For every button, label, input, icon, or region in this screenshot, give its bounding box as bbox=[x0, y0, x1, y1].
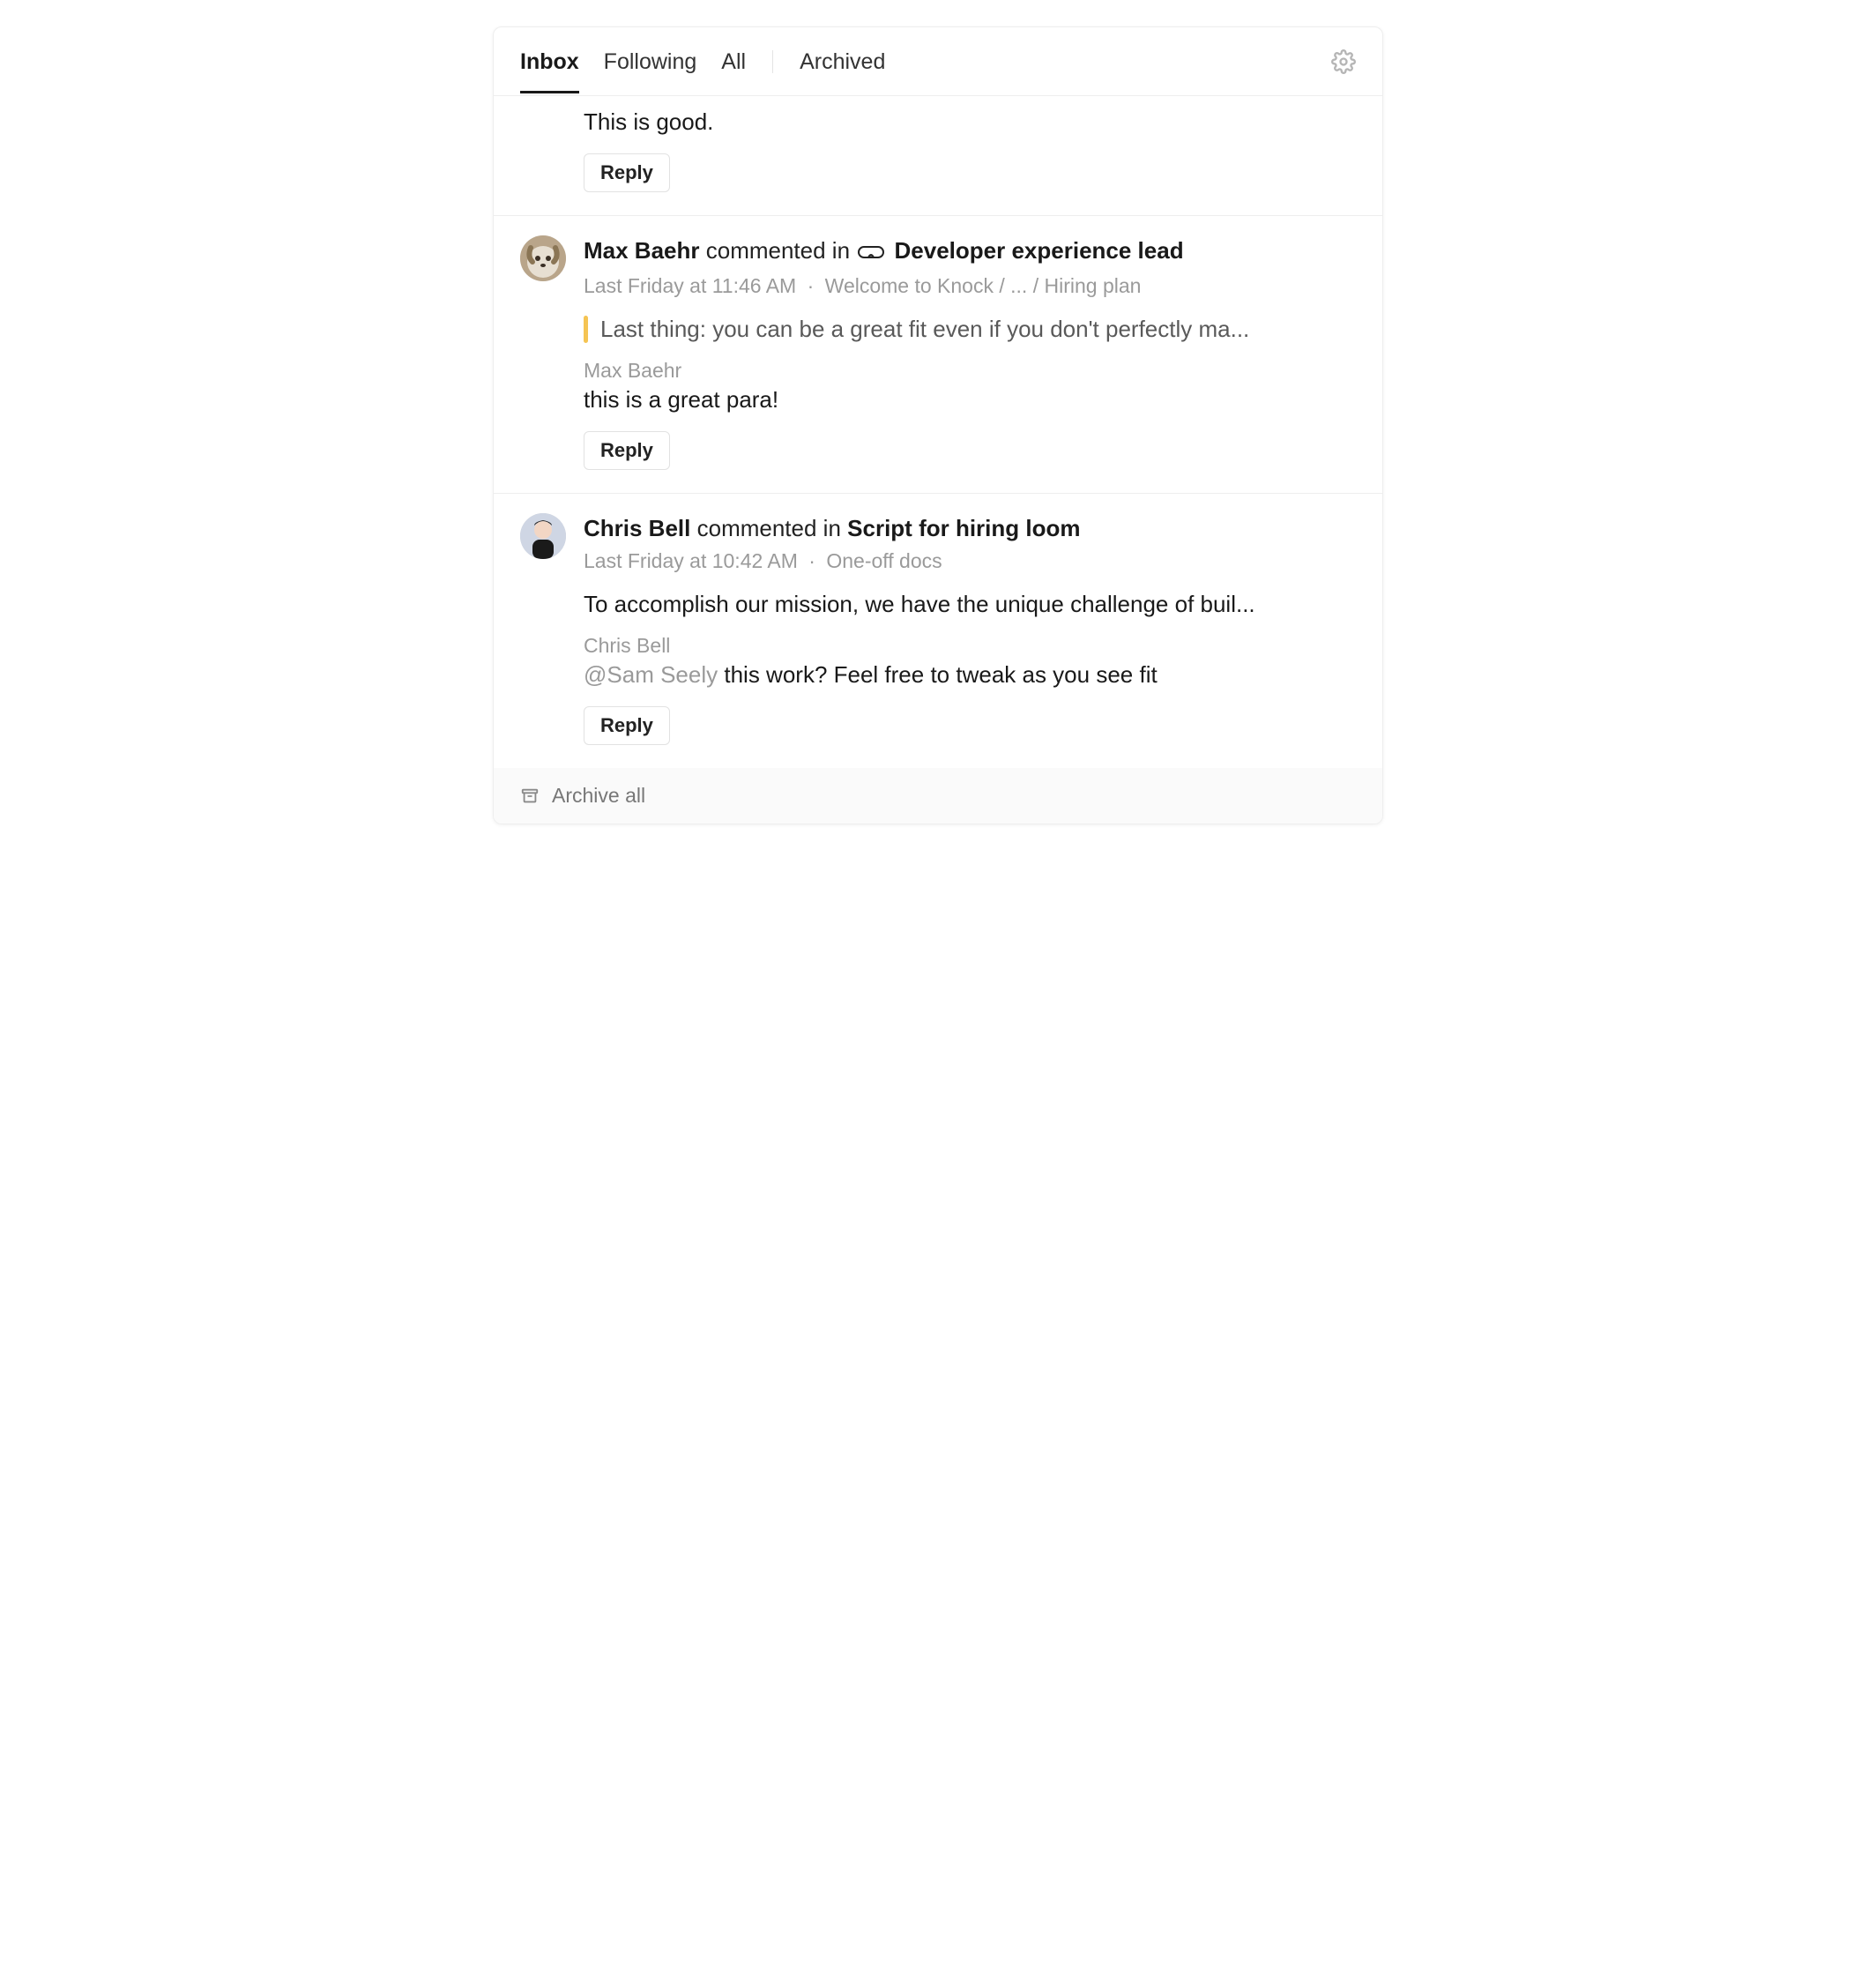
notification-meta: Last Friday at 10:42 AM · One-off docs bbox=[584, 549, 1356, 573]
settings-button[interactable] bbox=[1331, 49, 1356, 74]
quote-text: Last thing: you can be a great fit even … bbox=[600, 316, 1249, 343]
quoted-context: Last thing: you can be a great fit even … bbox=[584, 316, 1356, 343]
notification-meta: Last Friday at 11:46 AM · Welcome to Kno… bbox=[584, 274, 1356, 298]
tab-archived[interactable]: Archived bbox=[800, 30, 885, 93]
commenter-name: Max Baehr bbox=[584, 359, 1356, 383]
reply-button[interactable]: Reply bbox=[584, 431, 670, 470]
archive-icon bbox=[520, 786, 540, 806]
gear-icon bbox=[1331, 49, 1356, 74]
document-title: Script for hiring loom bbox=[847, 515, 1080, 541]
tab-divider bbox=[772, 50, 773, 73]
notification-item[interactable]: This is good. Reply bbox=[494, 96, 1382, 216]
comment-body: @Sam Seely this work? Feel free to tweak… bbox=[584, 661, 1356, 689]
avatar-image bbox=[520, 513, 566, 559]
comment-body: This is good. bbox=[584, 108, 1356, 136]
reply-button[interactable]: Reply bbox=[584, 153, 670, 192]
comment-body: this is a great para! bbox=[584, 386, 1356, 414]
tab-all[interactable]: All bbox=[721, 30, 746, 93]
notification-headline: Max Baehr commented in Developer experie… bbox=[584, 237, 1184, 264]
breadcrumb: Welcome to Knock / ... / Hiring plan bbox=[825, 274, 1142, 297]
notification-headline: Chris Bell commented in Script for hirin… bbox=[584, 515, 1081, 541]
avatar-placeholder bbox=[520, 108, 566, 192]
timestamp: Last Friday at 10:42 AM bbox=[584, 549, 798, 572]
action-text: commented in bbox=[706, 237, 857, 264]
commenter-name: Chris Bell bbox=[584, 634, 1356, 658]
archive-all-label: Archive all bbox=[552, 784, 645, 808]
tabs-bar: Inbox Following All Archived bbox=[494, 27, 1382, 96]
mention[interactable]: @Sam Seely bbox=[584, 661, 718, 688]
tab-inbox[interactable]: Inbox bbox=[520, 30, 579, 93]
context-snippet: To accomplish our mission, we have the u… bbox=[584, 591, 1356, 618]
avatar bbox=[520, 235, 566, 281]
notification-item[interactable]: Chris Bell commented in Script for hirin… bbox=[494, 494, 1382, 768]
avatar bbox=[520, 513, 566, 559]
avatar-image bbox=[520, 235, 566, 281]
notification-item[interactable]: Max Baehr commented in Developer experie… bbox=[494, 216, 1382, 494]
tab-following[interactable]: Following bbox=[604, 30, 697, 93]
document-title: Developer experience lead bbox=[895, 237, 1184, 264]
breadcrumb: One-off docs bbox=[826, 549, 942, 572]
author-name: Max Baehr bbox=[584, 237, 700, 264]
quote-bar bbox=[584, 316, 588, 343]
timestamp: Last Friday at 11:46 AM bbox=[584, 274, 796, 297]
reply-button[interactable]: Reply bbox=[584, 706, 670, 745]
comment-text: this work? Feel free to tweak as you see… bbox=[724, 661, 1157, 688]
author-name: Chris Bell bbox=[584, 515, 690, 541]
archive-all-button[interactable]: Archive all bbox=[494, 768, 1382, 824]
action-text: commented in bbox=[697, 515, 848, 541]
notifications-panel: Inbox Following All Archived This is goo… bbox=[493, 26, 1383, 824]
goggles-icon bbox=[858, 238, 884, 269]
